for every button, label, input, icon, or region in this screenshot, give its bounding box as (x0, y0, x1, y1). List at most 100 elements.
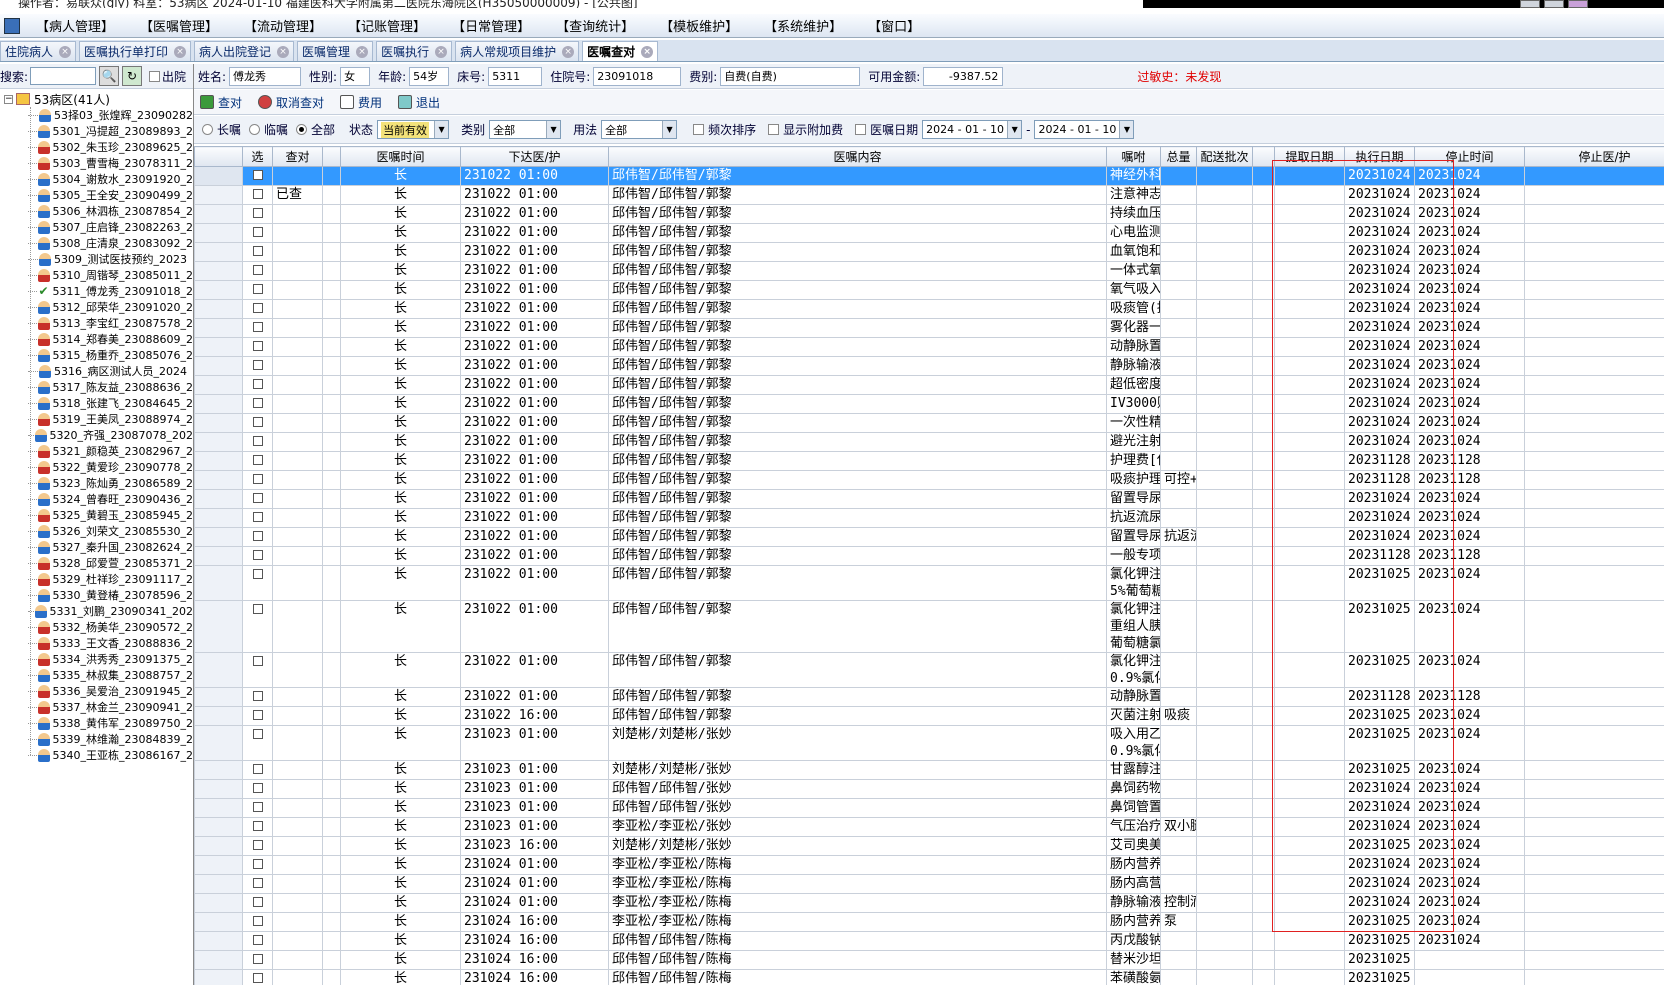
row-select-cell[interactable] (242, 893, 273, 913)
tree-patient-item[interactable]: 5313_李宝红_23087578_2 (28, 315, 193, 331)
tree-patient-item[interactable]: 5304_谢敖水_23091920_2 (28, 171, 193, 187)
row-checkbox[interactable] (252, 398, 263, 408)
row-checkbox[interactable] (252, 284, 263, 294)
tree-patient-item[interactable]: 5305_王全安_23090499_2 (28, 187, 193, 203)
close-window-button[interactable] (1568, 0, 1588, 8)
row-select-cell[interactable] (242, 508, 273, 528)
table-row[interactable]: 长231023 01:00邱伟智/邱伟智/张妙鼻饲管置管（注食、注药、十二指肠灌… (194, 798, 1664, 818)
column-header[interactable]: 停止时间 (1414, 146, 1525, 167)
tree-patient-item[interactable]: 5337_林金兰_23090941_2 (28, 699, 193, 715)
tree-patient-item[interactable]: 5316_病区测试人员_2024 (28, 363, 193, 379)
column-header[interactable]: 医嘱时间 (340, 146, 461, 167)
table-row[interactable]: 长231022 01:00邱伟智/邱伟智/郭黎静脉输液（留置静脉针）+留置针+各… (194, 356, 1664, 376)
tree-patient-item[interactable]: 5334_洪秀秀_23091375_2 (28, 651, 193, 667)
menu-item-0[interactable]: 【病人管理】 (24, 16, 128, 35)
row-checkbox[interactable] (252, 729, 263, 739)
tree-patient-item[interactable]: 5307_庄启锋_23082263_2 (28, 219, 193, 235)
column-header[interactable]: 查对 (272, 146, 323, 167)
column-header[interactable]: 执行日期 (1344, 146, 1415, 167)
row-checkbox[interactable] (252, 935, 263, 945)
close-icon[interactable]: × (356, 45, 369, 58)
table-row[interactable]: 长231022 01:00邱伟智/邱伟智/郭黎抗返流尿袋一个(描述)(描述) 20… (194, 508, 1664, 528)
table-row[interactable]: 长231023 01:00李亚松/李亚松/张妙气压治疗 bid 2*每部位 双小… (194, 817, 1664, 837)
table-row[interactable]: 长231023 01:00刘楚彬/刘楚彬/张妙甘露醇注射液[250ml:50g]… (194, 760, 1664, 780)
tree-patient-item[interactable]: 5326_刘荣文_23085530_2 (28, 523, 193, 539)
row-checkbox[interactable] (252, 764, 263, 774)
table-row[interactable]: 长231022 01:00邱伟智/邱伟智/郭黎避光注射器+避光延长管(描述)(描… (194, 432, 1664, 452)
menu-item-7[interactable]: 【系统维护】 (752, 16, 856, 35)
tree-patient-item[interactable]: 5319_王美凤_23088974_2 (28, 411, 193, 427)
close-icon[interactable]: × (59, 45, 72, 58)
row-checkbox[interactable] (252, 897, 263, 907)
tree-patient-item[interactable]: 53择03_张煌辉_23090282 (28, 107, 193, 123)
row-checkbox[interactable] (252, 656, 263, 666)
tab-5[interactable]: 病人常规项目维护 × (455, 41, 580, 61)
table-row[interactable]: 长231024 16:00邱伟智/邱伟智/陈梅丙戊酸钠缓释片(德巴金)[0.5g… (194, 931, 1664, 951)
table-row[interactable]: 长231024 01:00李亚松/李亚松/陈梅肠内营养输注管(描述)(描述) 20… (194, 855, 1664, 875)
tree-patient-item[interactable]: 5324_曾春旺_23090436_2 (28, 491, 193, 507)
column-header[interactable]: 提取日期 (1274, 146, 1345, 167)
row-checkbox[interactable] (252, 569, 263, 579)
search-icon[interactable]: 🔍 (99, 66, 120, 86)
freq-sort-checkbox[interactable] (693, 124, 705, 135)
column-header[interactable] (1252, 146, 1275, 167)
table-row[interactable]: 长231022 01:00邱伟智/邱伟智/郭黎心电监测 24*小时 2023102… (194, 223, 1664, 243)
row-checkbox[interactable] (252, 303, 263, 313)
tree-patient-item[interactable]: 5310_周锴琴_23085011_2 (28, 267, 193, 283)
table-row[interactable]: 已查长231022 01:00邱伟智/邱伟智/郭黎注意神志瞳孔变化(描述)(描述… (194, 185, 1664, 205)
tree-patient-item[interactable]: 5302_朱玉珍_23089625_2 (28, 139, 193, 155)
row-checkbox[interactable] (252, 360, 263, 370)
table-row[interactable]: 长231022 01:00邱伟智/邱伟智/郭黎氯化钾注射液[1g:10ml*5]… (194, 600, 1664, 653)
row-select-cell[interactable] (242, 912, 273, 932)
row-checkbox[interactable] (252, 189, 263, 199)
close-icon[interactable]: × (277, 45, 290, 58)
table-row[interactable]: 长231022 01:00邱伟智/邱伟智/郭黎神经外科护理常规(描述)(描述) 2… (194, 166, 1664, 186)
menu-item-5[interactable]: 【查询统计】 (544, 16, 648, 35)
row-checkbox[interactable] (252, 802, 263, 812)
table-row[interactable]: 长231023 16:00刘楚彬/刘楚彬/张妙艾司奥美拉唑肠溶胶囊(东阳光)[2… (194, 836, 1664, 856)
tree-patient-item[interactable]: 5314_郑春美_23088609_2 (28, 331, 193, 347)
date-to-picker[interactable]: 2024 - 01 - 10 ▼ (1034, 120, 1135, 139)
tree-patient-item[interactable]: 5309_测试医技预约_2023 (28, 251, 193, 267)
tree-patient-item[interactable]: 5338_黄伟军_23089750_2 (28, 715, 193, 731)
tree-patient-item[interactable]: 5312_邱荣华_23091020_2 (28, 299, 193, 315)
column-header[interactable]: 嘱咐 (1106, 146, 1161, 167)
row-checkbox[interactable] (252, 493, 263, 503)
table-row[interactable]: 长231024 01:00李亚松/李亚松/陈梅肠内高营养治疗 2023102420… (194, 874, 1664, 894)
table-row[interactable]: 长231024 16:00邱伟智/邱伟智/陈梅苯磺酸氨氯地平片(京新)[5mg*… (194, 969, 1664, 985)
row-select-cell[interactable] (242, 451, 273, 471)
row-checkbox[interactable] (252, 783, 263, 793)
tab-3[interactable]: 医嘱管理 × (297, 41, 374, 61)
close-icon[interactable]: × (562, 45, 575, 58)
table-row[interactable]: 长231022 01:00邱伟智/邱伟智/郭黎吸痰管(描述)(描述) 202310… (194, 299, 1664, 319)
tree-patient-item[interactable]: 5315_杨重乔_23085076_2 (28, 347, 193, 363)
row-checkbox[interactable] (252, 417, 263, 427)
menu-item-1[interactable]: 【医嘱管理】 (128, 16, 232, 35)
table-row[interactable]: 长231022 01:00邱伟智/邱伟智/郭黎留置导尿（更换引流袋）[更换引流袋… (194, 527, 1664, 547)
status-select[interactable]: 当前有效 ▼ (377, 120, 450, 139)
row-select-cell[interactable] (242, 337, 273, 357)
row-checkbox[interactable] (252, 246, 263, 256)
row-checkbox[interactable] (252, 550, 263, 560)
row-select-cell[interactable] (242, 204, 273, 224)
table-row[interactable]: 长231022 01:00邱伟智/邱伟智/郭黎IV3000贴膜2张+QS接头2个… (194, 394, 1664, 414)
tree-patient-item[interactable]: 5320_齐强_23087078_202 (28, 427, 193, 443)
column-header[interactable]: 下达医/护 (460, 146, 609, 167)
row-checkbox[interactable] (252, 208, 263, 218)
table-row[interactable]: 长231022 01:00邱伟智/邱伟智/郭黎动静脉置管护理 bid 202311… (194, 687, 1664, 707)
menu-item-6[interactable]: 【模板维护】 (648, 16, 752, 35)
show-extra-checkbox[interactable] (768, 124, 780, 135)
search-input[interactable] (30, 67, 97, 85)
tree-patient-item[interactable]: 5301_冯提超_23089893_2 (28, 123, 193, 139)
row-select-cell[interactable] (242, 470, 273, 490)
row-checkbox[interactable] (252, 604, 263, 614)
row-select-cell[interactable] (242, 652, 273, 688)
row-select-cell[interactable] (242, 600, 273, 653)
tree-patient-item[interactable]: 5330_黄登椿_23078596_2 (28, 587, 193, 603)
row-select-cell[interactable] (242, 375, 273, 395)
row-select-cell[interactable] (242, 855, 273, 875)
row-select-cell[interactable] (242, 299, 273, 319)
menu-item-4[interactable]: 【日常管理】 (440, 16, 544, 35)
row-checkbox[interactable] (252, 379, 263, 389)
row-select-cell[interactable] (242, 836, 273, 856)
